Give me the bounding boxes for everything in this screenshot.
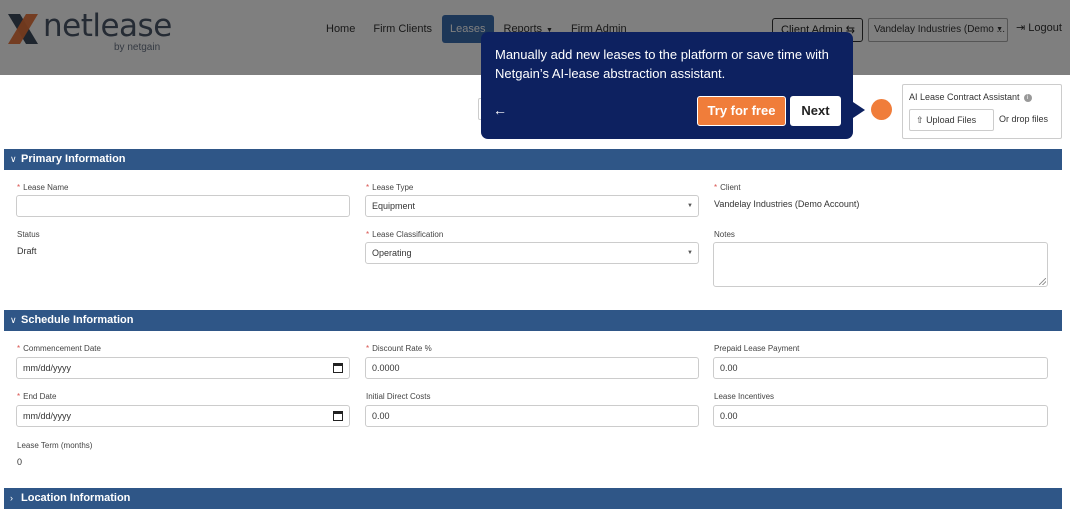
calendar-icon[interactable]	[333, 363, 343, 373]
onboarding-tooltip: Manually add new leases to the platform …	[481, 32, 853, 139]
end-date-label: * End Date	[17, 392, 56, 401]
discount-rate-input[interactable]: 0.0000	[365, 357, 699, 379]
lease-name-input[interactable]	[16, 195, 350, 217]
status-label: Status	[17, 230, 40, 239]
page: netlease by netgain Home Firm Clients Le…	[0, 0, 1070, 519]
required-marker: *	[366, 230, 370, 239]
back-arrow-icon[interactable]: ←	[493, 102, 507, 118]
try-for-free-button[interactable]: Try for free	[697, 96, 786, 126]
required-marker: *	[17, 183, 21, 192]
required-marker: *	[17, 344, 21, 353]
notes-label: Notes	[714, 230, 735, 239]
tooltip-pointer	[853, 102, 865, 118]
notes-textarea[interactable]	[713, 242, 1048, 287]
lease-type-label: * Lease Type	[366, 183, 413, 192]
end-date-input[interactable]: mm/dd/yyyy	[16, 405, 350, 427]
lease-incentives-input[interactable]: 0.00	[713, 405, 1048, 427]
section-schedule-title: Schedule Information	[21, 314, 134, 326]
lease-name-label-text: Lease Name	[23, 183, 69, 192]
resize-grip-icon[interactable]	[1039, 278, 1046, 285]
required-marker: *	[17, 392, 21, 401]
caret-down-icon: ▼	[687, 203, 693, 209]
commencement-date-input[interactable]: mm/dd/yyyy	[16, 357, 350, 379]
section-location-information[interactable]: › Location Information	[4, 488, 1062, 509]
next-button[interactable]: Next	[790, 96, 841, 126]
commencement-date-label: * Commencement Date	[17, 344, 101, 353]
ai-assistant-title: AI Lease Contract Assistant	[909, 92, 1020, 102]
section-primary-information[interactable]: ∨ Primary Information	[4, 149, 1062, 170]
upload-files-label: Upload Files	[926, 115, 977, 125]
lease-term-label: Lease Term (months)	[17, 441, 93, 450]
status-value: Draft	[17, 246, 37, 256]
client-value: Vandelay Industries (Demo Account)	[714, 199, 860, 209]
required-marker: *	[714, 183, 718, 192]
info-icon[interactable]: i	[1023, 93, 1032, 102]
upload-files-button[interactable]: ⇧ Upload Files	[909, 109, 994, 131]
upload-icon: ⇧	[916, 115, 924, 125]
tooltip-message: Manually add new leases to the platform …	[495, 47, 829, 81]
lease-type-select[interactable]: Equipment ▼	[365, 195, 699, 217]
chevron-down-icon: ∨	[10, 154, 17, 164]
end-date-value: mm/dd/yyyy	[23, 411, 72, 421]
section-primary-title: Primary Information	[21, 153, 126, 165]
section-location-title: Location Information	[21, 492, 131, 504]
calendar-icon[interactable]	[333, 411, 343, 421]
commencement-date-label-text: Commencement Date	[23, 344, 101, 353]
lease-classification-label-text: Lease Classification	[372, 230, 444, 239]
lease-classification-value: Operating	[372, 248, 412, 258]
lease-name-label: * Lease Name	[17, 183, 68, 192]
lease-classification-label: * Lease Classification	[366, 230, 443, 239]
lease-type-label-text: Lease Type	[372, 183, 414, 192]
caret-down-icon: ▼	[687, 250, 693, 256]
lease-classification-select[interactable]: Operating ▼	[365, 242, 699, 264]
lease-term-value: 0	[17, 457, 23, 467]
required-marker: *	[366, 183, 370, 192]
client-label-text: Client	[720, 183, 741, 192]
drop-files-label: Or drop files	[999, 114, 1049, 124]
chevron-down-icon: ∨	[10, 315, 17, 325]
lease-incentives-label: Lease Incentives	[714, 392, 775, 401]
section-schedule-information[interactable]: ∨ Schedule Information	[4, 310, 1062, 331]
initial-direct-costs-label: Initial Direct Costs	[366, 392, 431, 401]
prepaid-lease-payment-label: Prepaid Lease Payment	[714, 344, 800, 353]
client-label: * Client	[714, 183, 741, 192]
initial-direct-costs-input[interactable]: 0.00	[365, 405, 699, 427]
discount-rate-label: * Discount Rate %	[366, 344, 432, 353]
ai-assistant-title-row: AI Lease Contract Assistant i	[909, 92, 1032, 102]
prepaid-lease-payment-input[interactable]: 0.00	[713, 357, 1048, 379]
chevron-right-icon: ›	[10, 493, 13, 503]
commencement-date-value: mm/dd/yyyy	[23, 363, 72, 373]
end-date-label-text: End Date	[23, 392, 57, 401]
discount-rate-label-text: Discount Rate %	[372, 344, 432, 353]
lease-type-value: Equipment	[372, 201, 416, 211]
required-marker: *	[366, 344, 370, 353]
ai-lease-assistant-panel: AI Lease Contract Assistant i ⇧ Upload Fi…	[902, 84, 1062, 139]
onboarding-beacon-icon[interactable]	[871, 99, 892, 120]
